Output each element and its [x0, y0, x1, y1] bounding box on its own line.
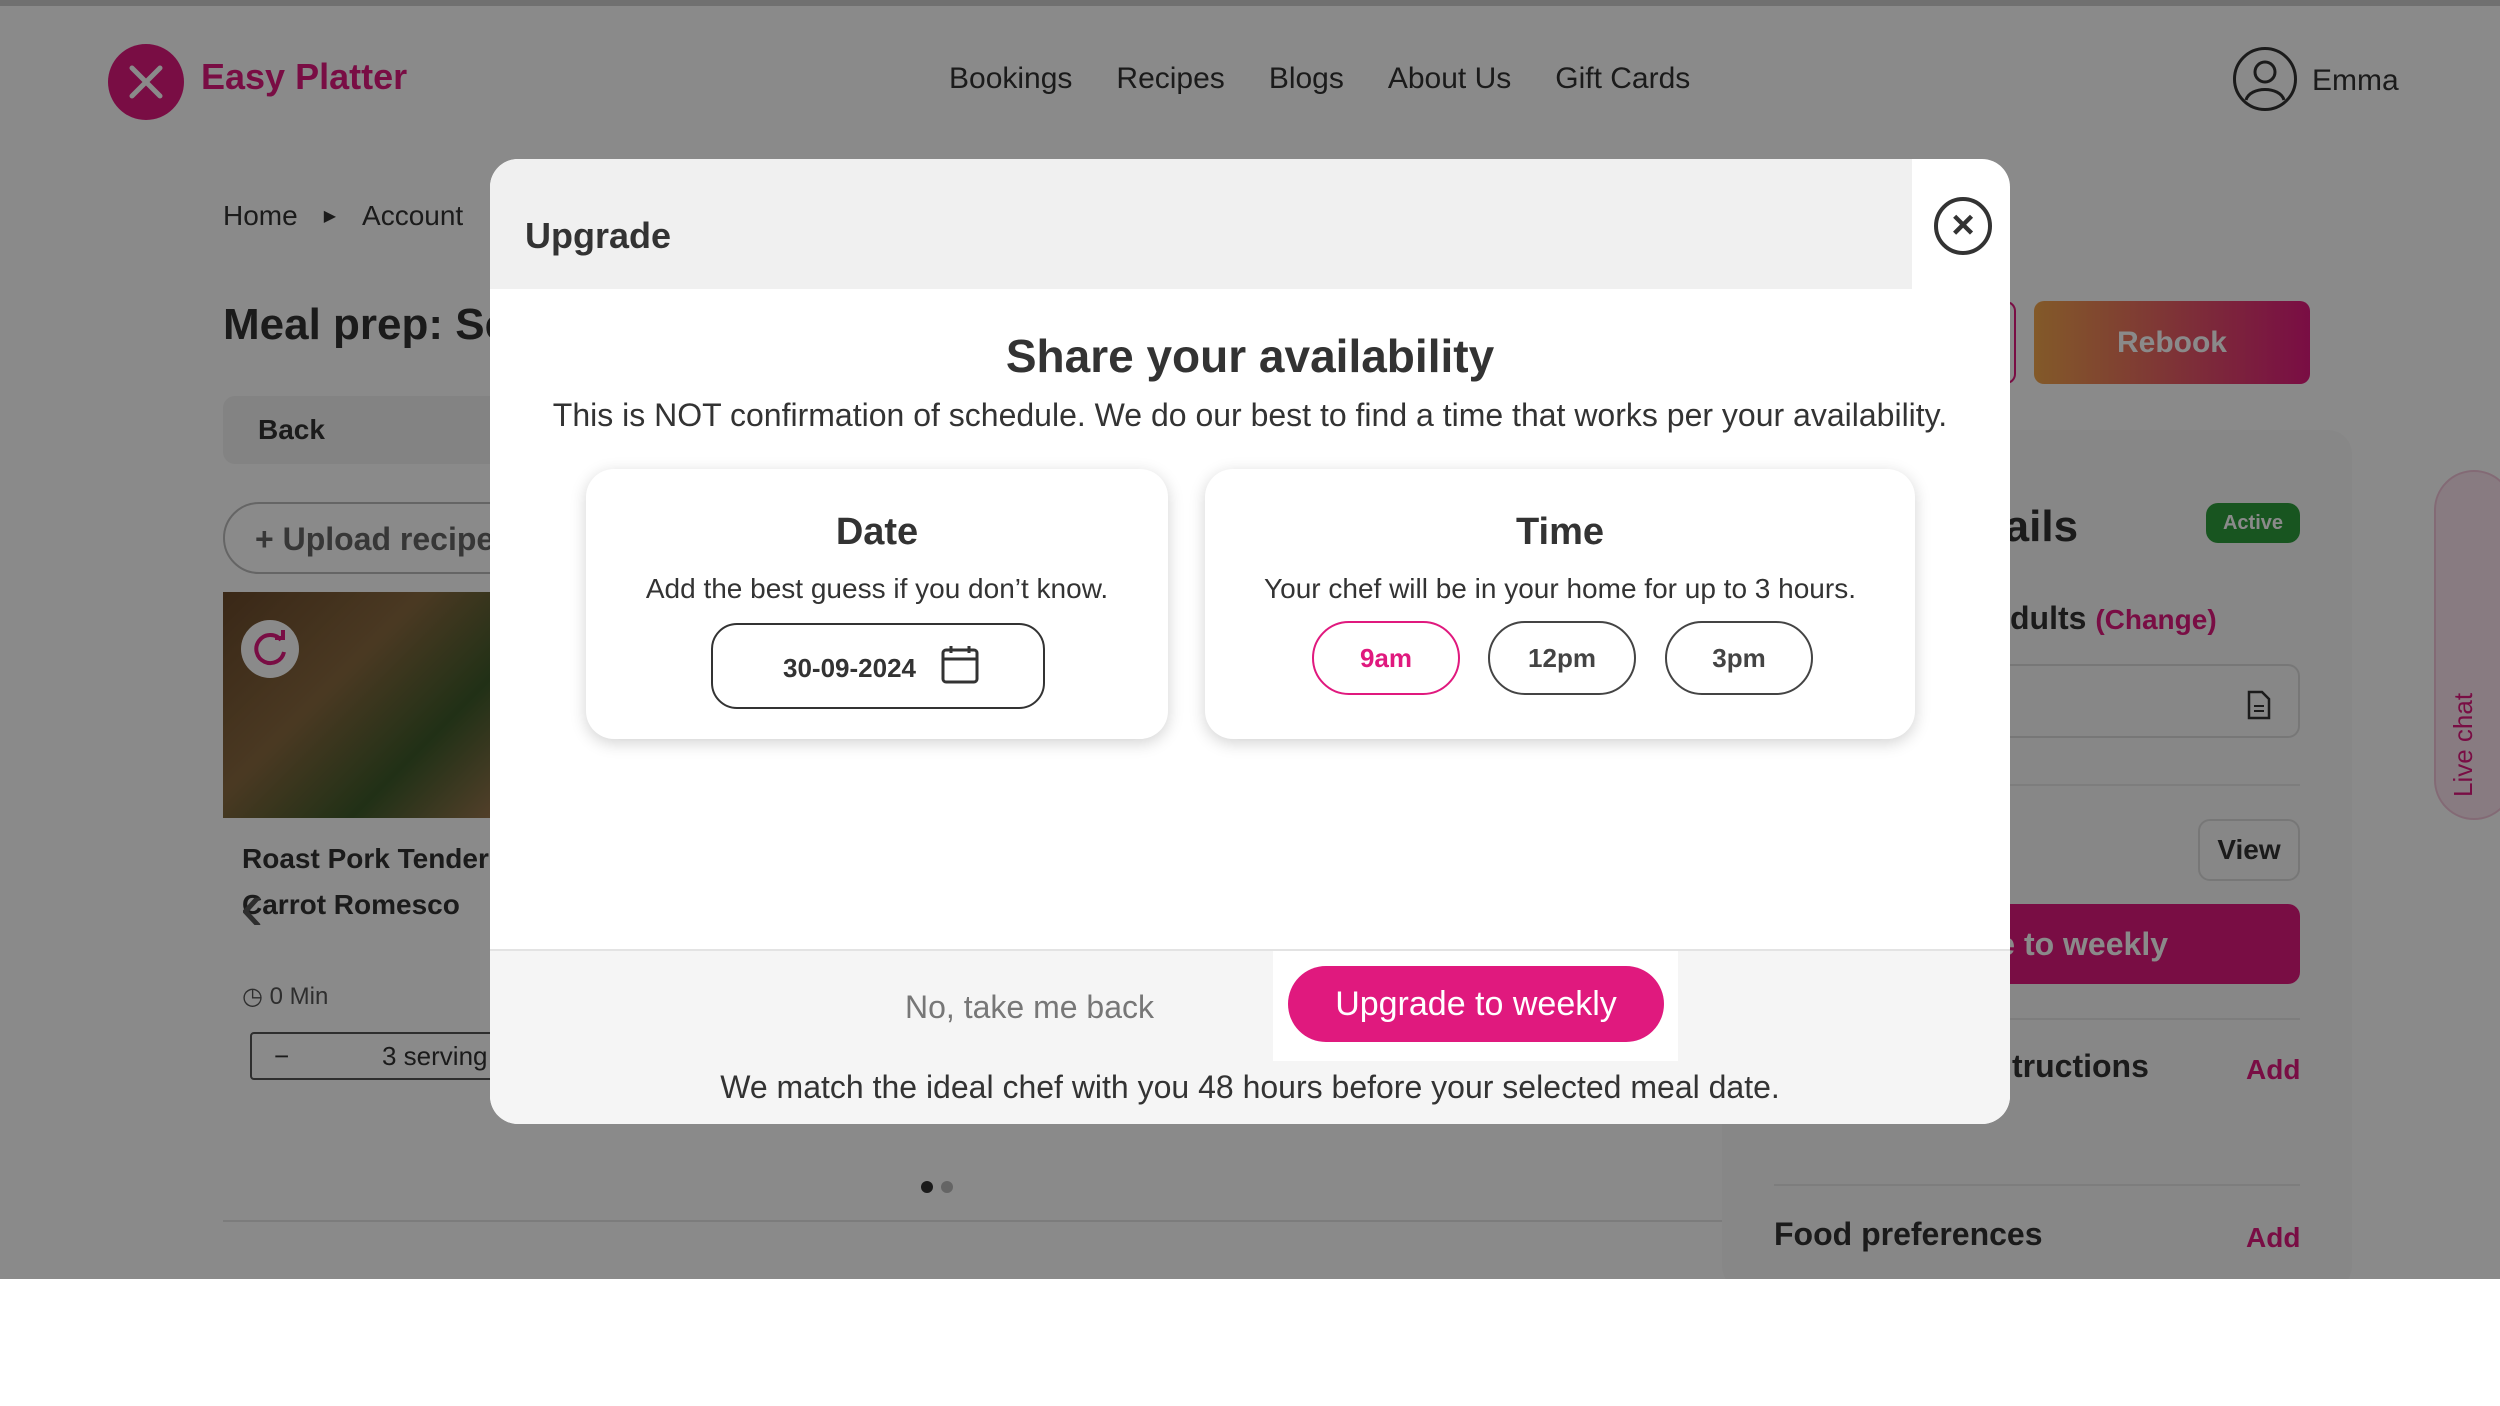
date-card-hint: Add the best guess if you don’t know.: [645, 573, 1109, 604]
time-option-9am[interactable]: 9am: [1312, 621, 1460, 695]
date-value: 30-09-2024: [783, 653, 916, 683]
date-card-title: Date: [835, 511, 919, 553]
take-me-back-button[interactable]: No, take me back: [905, 989, 1154, 1026]
availability-subheading: This is NOT confirmation of schedule. We…: [552, 397, 1948, 433]
modal-header: [490, 159, 1912, 289]
app-background: Easy Platter Bookings Recipes Blogs Abou…: [0, 0, 2500, 1279]
match-footnote: We match the ideal chef with you 48 hour…: [720, 1069, 1780, 1105]
time-card: Time Your chef will be in your home for …: [1205, 469, 1915, 739]
date-card: Date Add the best guess if you don’t kno…: [586, 469, 1168, 739]
time-option-3pm[interactable]: 3pm: [1665, 621, 1813, 695]
time-card-title: Time: [1515, 511, 1604, 553]
date-input[interactable]: 30-09-2024: [711, 623, 1045, 709]
close-icon[interactable]: ×: [1934, 197, 1992, 255]
calendar-icon[interactable]: [941, 645, 979, 690]
modal-footer: No, take me back Upgrade to weekly We ma…: [490, 949, 2010, 1124]
availability-heading: Share your availability: [1005, 330, 1495, 382]
modal-title: Upgrade: [525, 215, 672, 256]
time-card-hint: Your chef will be in your home for up to…: [1264, 573, 1856, 604]
upgrade-modal: Upgrade × Share your availability This i…: [490, 159, 2010, 1124]
upgrade-to-weekly-button[interactable]: Upgrade to weekly: [1288, 966, 1664, 1042]
time-option-12pm[interactable]: 12pm: [1488, 621, 1636, 695]
